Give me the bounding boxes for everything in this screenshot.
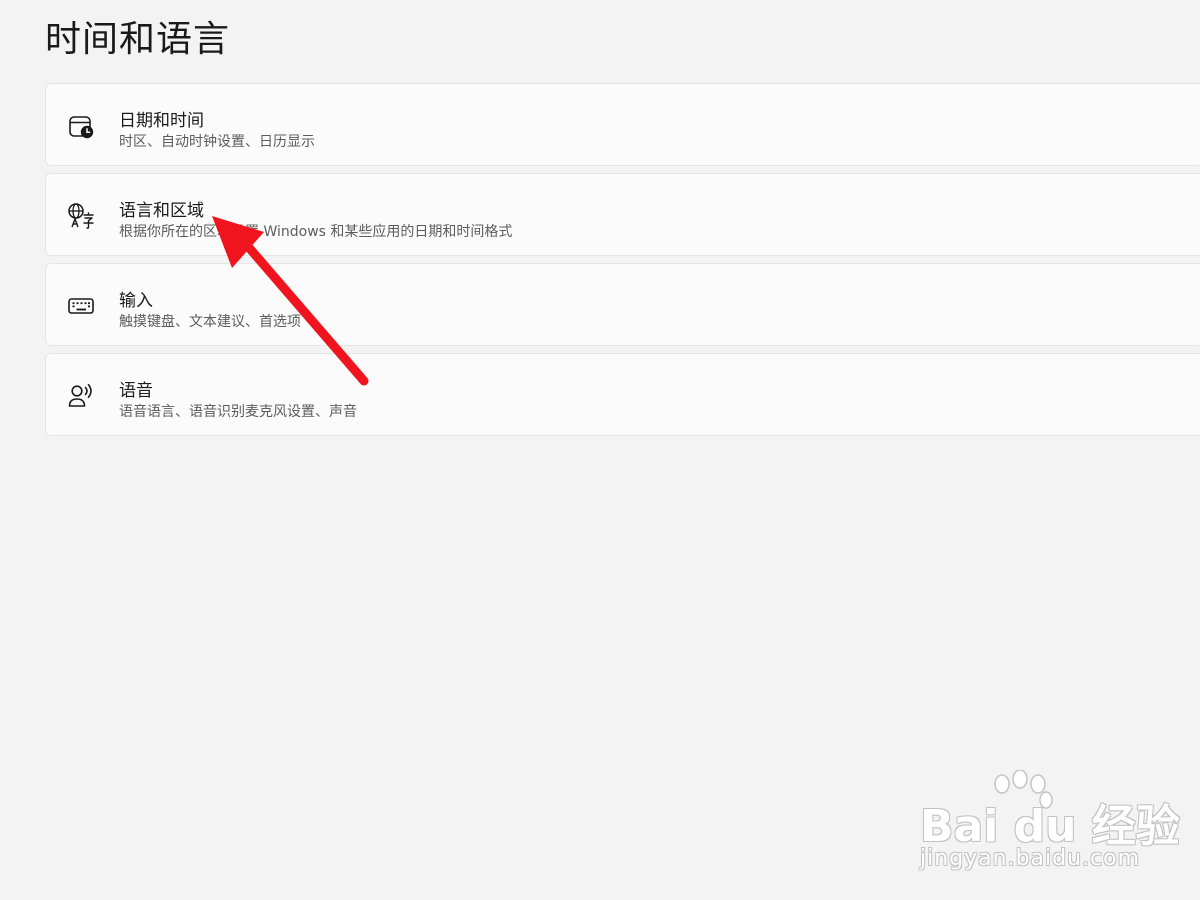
settings-item-description: 根据你所在的区域设置 Windows 和某些应用的日期和时间格式: [119, 224, 513, 240]
settings-page: 时间和语言 日期和时间 时区、自动时钟设置、日历显示 语言和区域 根据你所在的区…: [0, 0, 1200, 900]
settings-item-description: 触摸键盘、文本建议、首选项: [119, 314, 301, 330]
settings-list: 日期和时间 时区、自动时钟设置、日历显示 语言和区域 根据你所在的区域设置 Wi…: [45, 83, 1200, 443]
settings-item-speech[interactable]: 语音 语音语言、语音识别麦克风设置、声音: [45, 353, 1200, 436]
speech-person-icon: [66, 381, 96, 411]
calendar-clock-icon: [66, 111, 96, 141]
watermark-url-text: jingyan.baidu.com: [920, 846, 1141, 871]
settings-item-title: 日期和时间: [119, 111, 204, 131]
settings-item-description: 语音语言、语音识别麦克风设置、声音: [119, 404, 357, 420]
settings-item-title: 语音: [119, 381, 153, 401]
settings-item-language-region[interactable]: 语言和区域 根据你所在的区域设置 Windows 和某些应用的日期和时间格式: [45, 173, 1200, 256]
settings-item-date-time[interactable]: 日期和时间 时区、自动时钟设置、日历显示: [45, 83, 1200, 166]
settings-item-description: 时区、自动时钟设置、日历显示: [119, 134, 315, 150]
baidu-watermark: Bai du 经验 jingyan.baidu.com: [920, 770, 1180, 880]
settings-item-title: 语言和区域: [119, 201, 204, 221]
settings-item-title: 输入: [119, 291, 153, 311]
keyboard-icon: [66, 291, 96, 321]
watermark-logo-text: Bai du 经验: [920, 801, 1180, 852]
settings-item-typing[interactable]: 输入 触摸键盘、文本建议、首选项: [45, 263, 1200, 346]
language-translate-icon: [66, 201, 96, 231]
page-title: 时间和语言: [45, 19, 231, 60]
